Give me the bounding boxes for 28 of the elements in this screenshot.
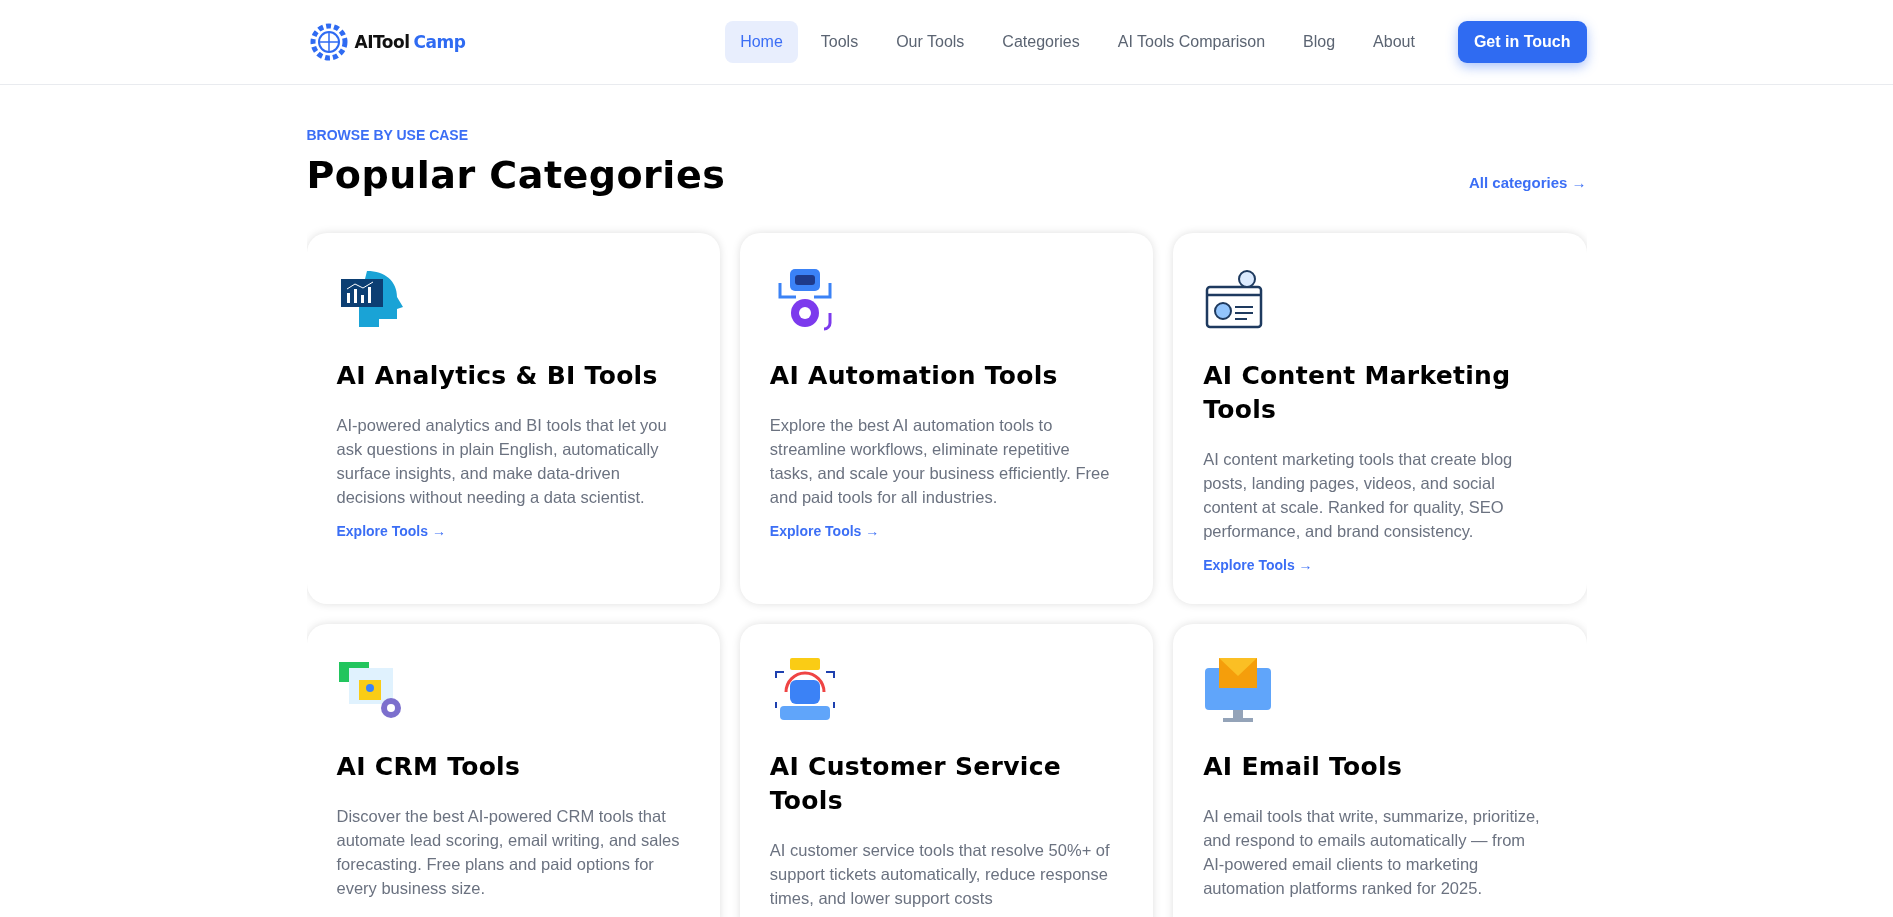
explore-tools-link[interactable]: Explore Tools →	[769, 523, 880, 539]
category-description: AI email tools that write, summarize, prioritize, and respond to emails automatically — from AI-powered email clients to marketing automation platforms ranked for 2025.	[1203, 806, 1541, 899]
logo-text[interactable]: AITool	[354, 32, 410, 52]
logo-text[interactable]: Camp	[413, 32, 466, 52]
category-title: AI CRM Tools	[336, 751, 522, 783]
explore-tools-link[interactable]: Explore Tools →	[1203, 557, 1313, 573]
nav-link[interactable]: Categories	[987, 21, 1095, 63]
category-title: AI Analytics & BI Tools	[336, 360, 659, 392]
nav-link[interactable]: Tools	[805, 21, 874, 63]
category-description: Explore the best AI automation tools to streamline workflows, eliminate repetitive tasks, and scale your business efficiently. Free and paid tools for all industries.	[769, 415, 1111, 508]
nav-link[interactable]: Blog	[1288, 21, 1351, 63]
section-title: Popular Categories	[306, 153, 726, 197]
nav-link[interactable]: AI Tools Comparison	[1102, 21, 1281, 63]
category-title: AI Email Tools	[1203, 751, 1404, 783]
category-description: AI content marketing tools that create blog posts, landing pages, videos, and social content at scale. Ranked for quality, SEO performance, and brand consistency.	[1203, 449, 1514, 542]
get-in-touch-button[interactable]: Get in Touch	[1457, 21, 1587, 63]
category-description: AI customer service tools that resolve 50%+ of support tickets automatically, reduce response times, and lower support costs	[769, 840, 1111, 909]
nav-link[interactable]: Home	[725, 21, 798, 63]
explore-tools-link[interactable]: Explore Tools →	[336, 523, 446, 539]
nav-link[interactable]: About	[1358, 21, 1430, 63]
category-description: Discover the best AI-powered CRM tools that automate lead scoring, email writing, and sales forecasting. Free plans and paid options for every business size.	[336, 806, 681, 899]
category-title: AI Customer Service Tools	[769, 751, 1062, 817]
all-categories-link[interactable]: All categories →	[1468, 174, 1587, 191]
nav-link[interactable]: Our Tools	[881, 21, 980, 63]
category-title: AI Automation Tools	[769, 360, 1059, 392]
section-eyebrow: BROWSE BY USE CASE	[306, 127, 470, 143]
category-description: AI-powered analytics and BI tools that let you ask questions in plain English, automatically surface insights, and make data-driven decisions without needing a data scientist.	[336, 415, 668, 508]
category-title: AI Content Marketing Tools	[1203, 360, 1512, 426]
